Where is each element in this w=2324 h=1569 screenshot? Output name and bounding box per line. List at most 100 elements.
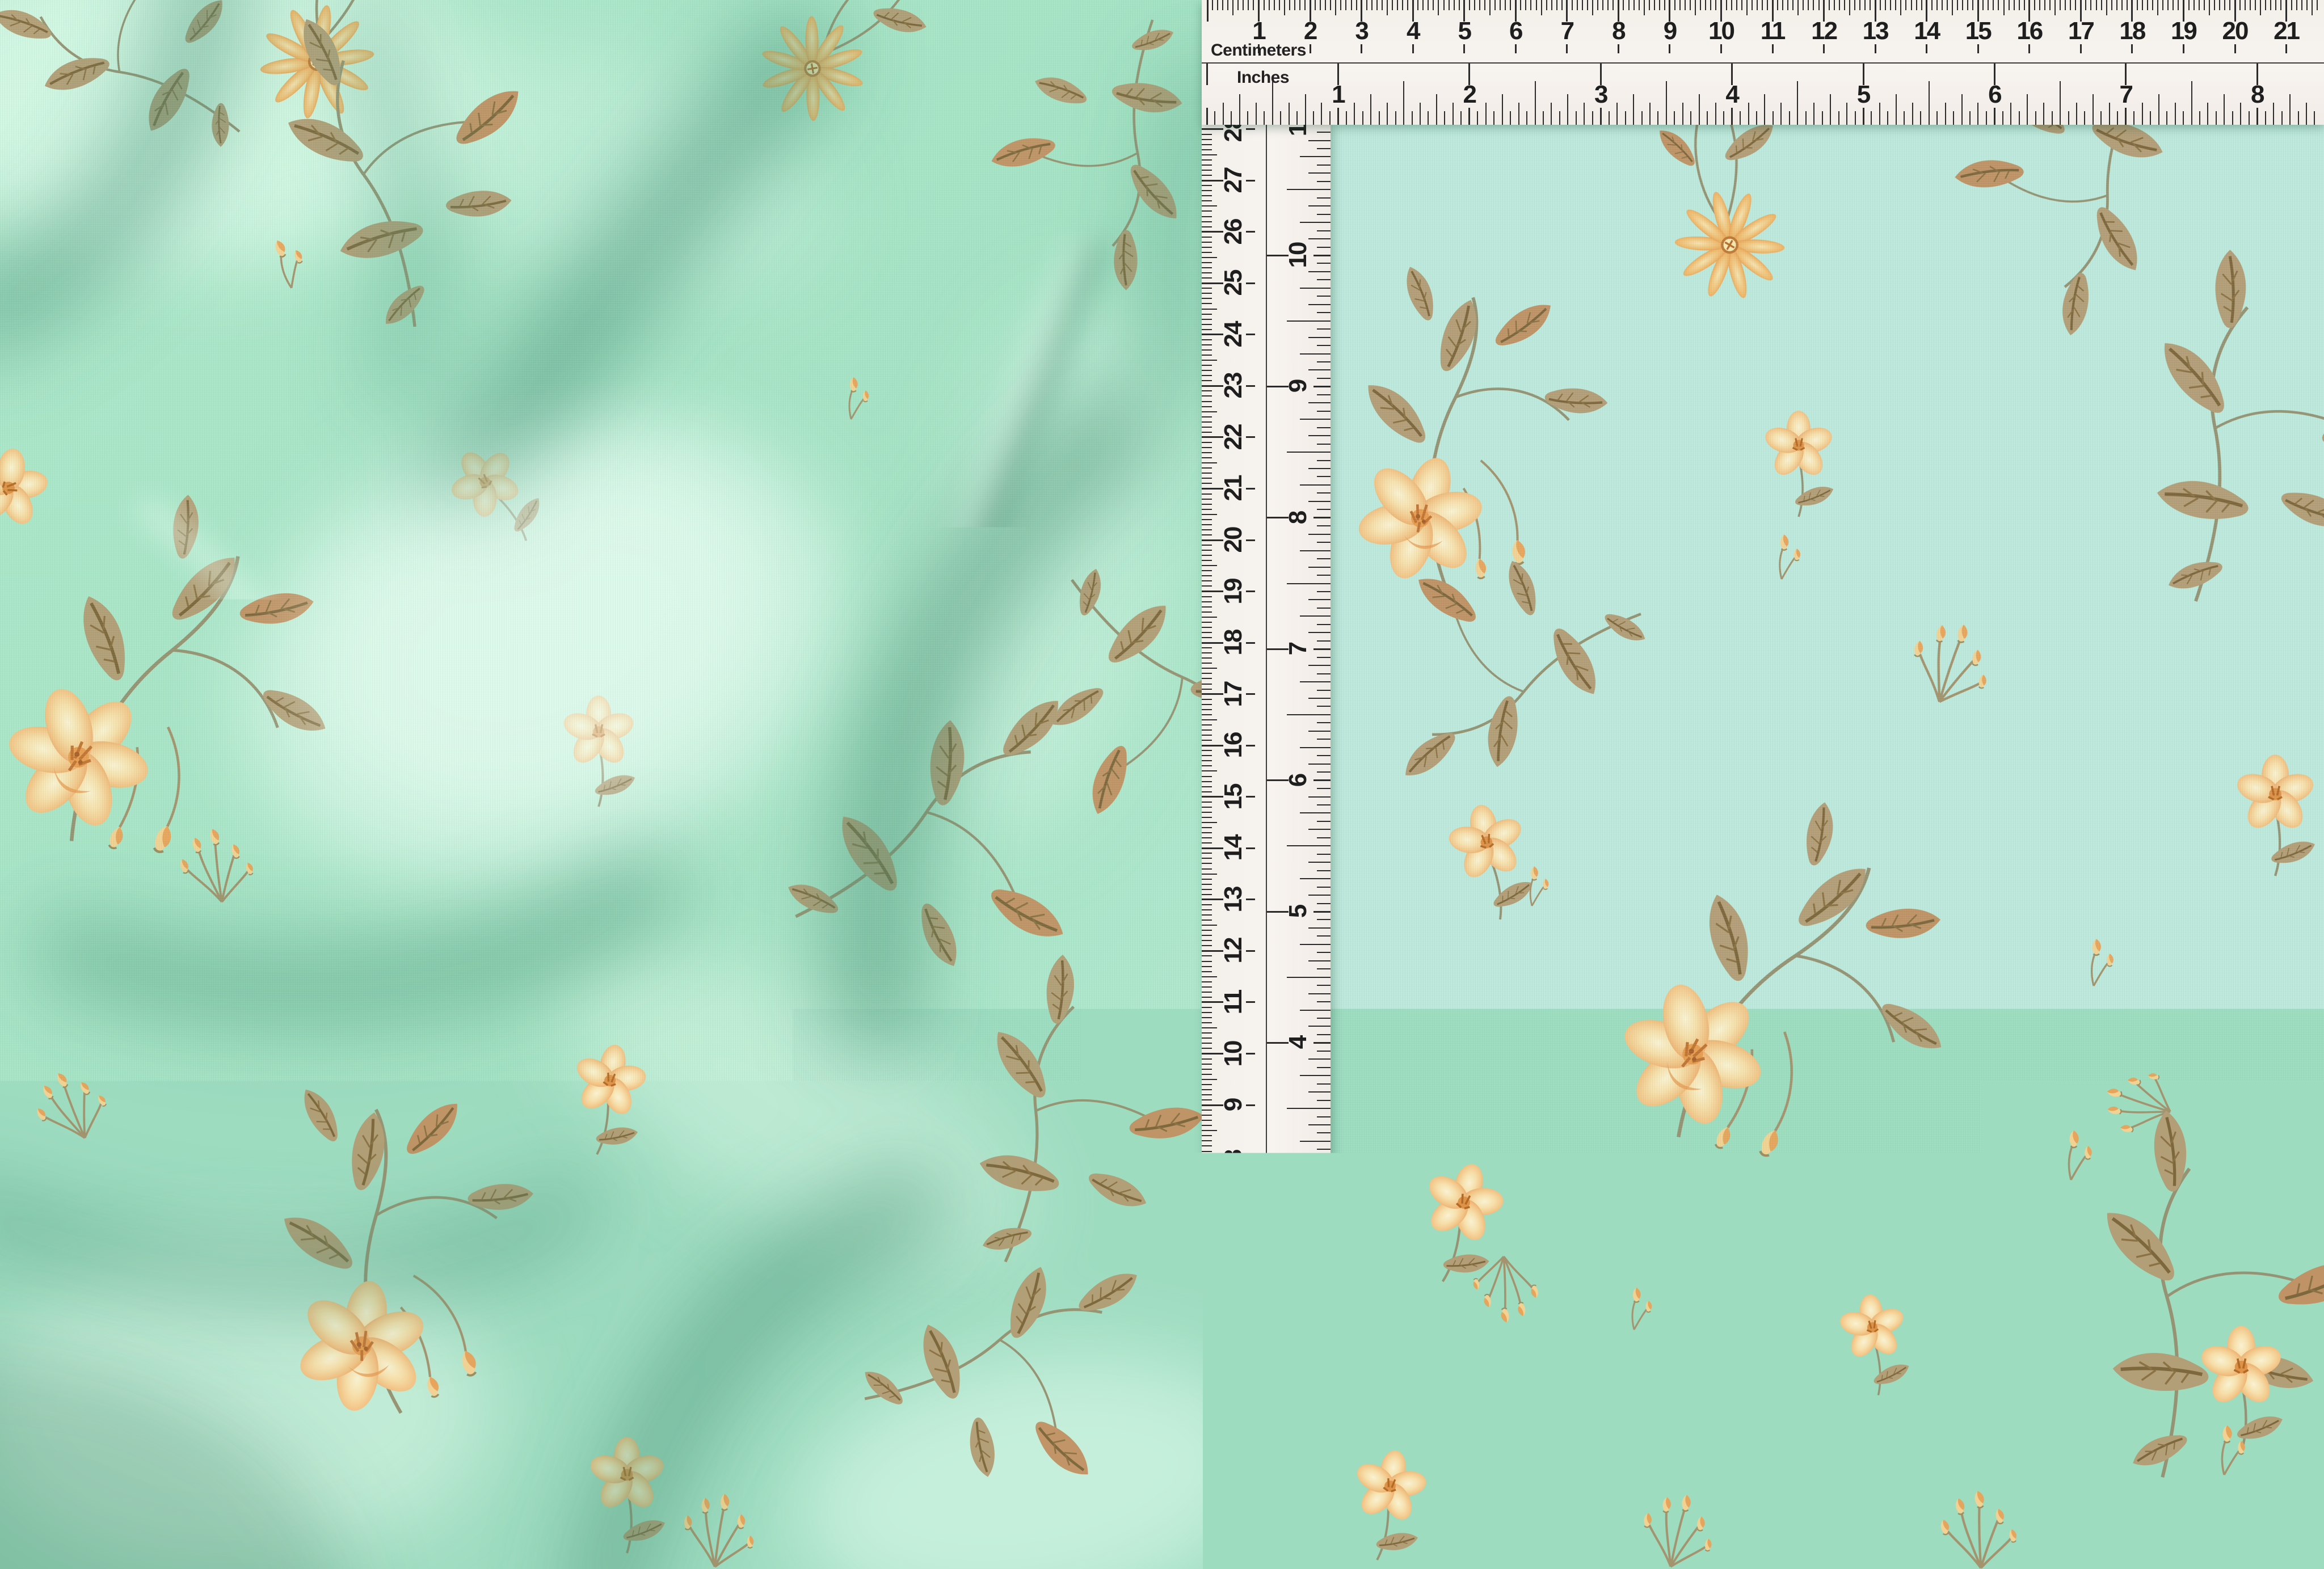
cm-tick [1202,601,1212,602]
inch-fraction-tick [1317,788,1331,789]
inch-fraction-tick [1387,103,1388,125]
cm-number-tick [1246,334,1255,335]
inch-fraction-tick [1317,870,1331,871]
cm-tick [1202,149,1212,150]
cm-number-tick [1246,796,1255,798]
cm-tick [1895,0,1896,10]
inch-fraction-tick [2142,103,2143,125]
cm-number: 19 [1224,579,1243,604]
cm-number-tick [1246,488,1255,490]
cm-tick [1839,0,1840,10]
inch-fraction-tick [1346,111,1347,125]
inch-fraction-tick [1308,1420,1331,1421]
inch-fraction-tick [1510,111,1511,125]
inch-fraction-tick [1317,132,1331,133]
cm-tick [1202,765,1212,766]
inch-fraction-tick [1317,1346,1331,1347]
cm-tick [1202,807,1212,808]
cm-tick [1202,596,1212,597]
cm-tick [2162,0,2163,10]
cm-number: 19 [2171,22,2196,41]
inch-fraction-tick [1300,288,1331,289]
cm-tick [1752,0,1753,10]
cm-tick [1202,1110,1212,1111]
cm-number-tick [1618,44,1619,53]
cm-tick [2167,0,2169,10]
cm-tick [1202,1187,1212,1188]
cm-tick [1202,529,1212,530]
cm-tick [1202,1140,1212,1141]
inch-fraction-tick [1317,1264,1331,1265]
inch-fraction-tick [1649,103,1651,125]
inch-fraction-tick [1805,111,1807,125]
cm-tick [1202,935,1212,936]
cm-number-tick [1515,44,1517,53]
cm-tick [1202,349,1212,351]
cm-tick [1202,1305,1212,1306]
cm-tick [1202,560,1212,561]
cm-tick [1202,889,1212,890]
inch-fraction-tick [1460,111,1462,125]
cm-number-tick [1926,44,1927,53]
cm-tick [1202,945,1212,946]
inch-number-tick [1313,517,1331,518]
inch-fraction-tick [1287,189,1331,190]
cm-tick [1202,580,1212,581]
cm-tick [1202,909,1212,910]
cm-number: 7 [1561,22,1573,41]
cm-tick [1202,1012,1212,1013]
fabric-photo [0,0,2324,1569]
inch-fraction-tick [1317,230,1331,231]
cm-tick [1715,0,1716,10]
inch-fraction-tick [1317,624,1331,625]
inch-fraction-tick [2158,94,2159,125]
inch-fraction-tick [1308,402,1331,403]
inch-number: 10 [1289,243,1308,268]
inch-fraction-tick [2076,103,2077,125]
inch-fraction-tick [2100,111,2102,125]
inch-number: 1 [1332,85,1344,104]
inch-fraction-tick [1592,111,1593,125]
cm-tick [1942,0,1943,10]
cm-number-tick [1246,1258,1255,1260]
inch-number: 7 [1289,643,1308,655]
inch-fraction-tick [2035,111,2036,125]
inch-fraction-tick [1317,657,1331,658]
inch-fraction-tick [1300,1338,1331,1339]
cm-tick [1202,380,1212,381]
inch-fraction-tick [1308,764,1331,765]
cm-tick [1202,1099,1212,1100]
inch-fraction-tick [1904,111,1905,125]
cm-number-tick [1246,1001,1255,1003]
inch-fraction-tick [1308,1354,1331,1355]
cm-tick [1202,1171,1212,1172]
cm-tick [1202,242,1212,243]
inch-number-tick [1313,386,1331,387]
inch-fraction-tick [1403,81,1404,125]
inch-number-tick [1206,108,1208,125]
cm-tick [2003,0,2005,15]
cm-number: 15 [1965,22,1991,41]
cm-tick [1202,1546,1212,1547]
cm-tick [1202,920,1212,921]
cm-tick [1782,0,1783,10]
inch-fraction-tick [1707,111,1708,125]
inch-fraction-tick [2191,81,2192,125]
inch-fraction-tick [2265,111,2266,125]
inch-fraction-tick [1317,1149,1331,1150]
cm-tick [1202,853,1212,854]
inch-fraction-tick [1287,977,1331,978]
inch-fraction-tick [1317,1165,1331,1166]
inch-fraction-tick [1300,550,1331,551]
cm-tick [1202,1562,1212,1563]
cm-number: 2 [1224,1458,1243,1471]
cm-number: 20 [2222,22,2248,41]
inch-fraction-tick [1308,172,1331,174]
inch-fraction-tick [1317,1100,1331,1101]
inch-fraction-tick [2281,111,2283,125]
cm-tick [1202,555,1212,556]
cm-number-tick [1246,950,1255,952]
inch-fraction-tick [1317,575,1331,576]
inch-fraction-tick [1317,181,1331,182]
cm-tick [1202,699,1212,700]
